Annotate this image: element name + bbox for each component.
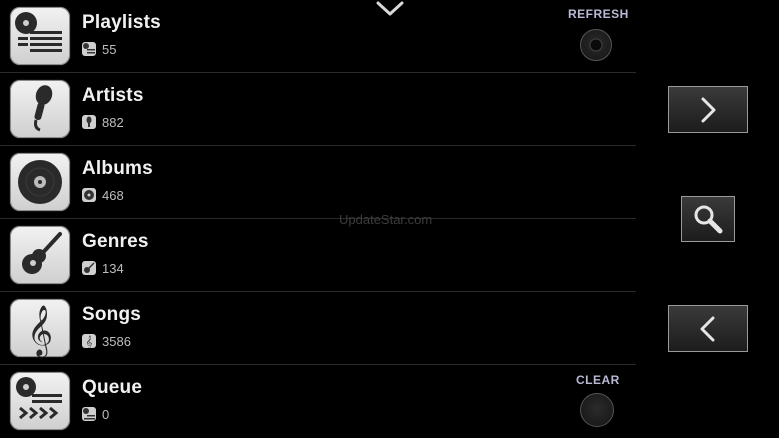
list-item-label: Queue [82,377,143,398]
treble-clef-icon: 𝄞 [10,299,70,357]
playlist-count-icon [82,42,96,56]
list-item-albums[interactable]: Albums 468 [0,146,636,219]
library-list: Playlists 55 REFRESH Artists 882 Albums … [0,0,636,438]
album-disc-icon [10,153,70,211]
svg-text:𝄞: 𝄞 [85,335,92,348]
item-count: 55 [102,41,117,57]
list-item-label: Songs [82,304,142,325]
clear-button[interactable] [580,393,614,427]
guitar-icon [10,226,70,284]
queue-count-icon [82,407,96,421]
list-item-label: Albums [82,158,153,179]
item-count: 882 [102,114,124,130]
playlist-icon [10,7,70,65]
list-item-label: Genres [82,231,149,252]
list-item-genres[interactable]: Genres 134 [0,219,636,292]
item-count: 0 [102,406,110,422]
refresh-label: REFRESH [568,7,629,21]
item-count: 468 [102,187,124,203]
list-item-label: Artists [82,85,144,106]
song-count-icon: 𝄞 [82,334,96,348]
list-item-label: Playlists [82,12,161,33]
list-item-artists[interactable]: Artists 882 [0,73,636,146]
artist-count-icon [82,115,96,129]
list-item-queue[interactable]: Queue 0 CLEAR [0,365,636,438]
item-count: 134 [102,260,124,276]
list-item-playlists[interactable]: Playlists 55 REFRESH [0,0,636,73]
back-button[interactable] [668,305,748,352]
next-button[interactable] [668,86,748,133]
watermark-text: UpdateStar.com [339,212,433,227]
list-item-songs[interactable]: 𝄞 Songs 𝄞 3586 [0,292,636,365]
search-button[interactable] [681,196,735,242]
search-icon [694,205,723,234]
chevron-right-icon [701,97,716,122]
item-count: 3586 [102,333,131,349]
clear-label: CLEAR [576,373,620,387]
genre-count-icon [82,261,96,275]
chevron-left-icon [700,316,715,341]
queue-icon [10,372,70,430]
album-count-icon [82,188,96,202]
microphone-icon [10,80,70,138]
svg-text:𝄞: 𝄞 [27,305,53,357]
refresh-button[interactable] [580,29,612,61]
